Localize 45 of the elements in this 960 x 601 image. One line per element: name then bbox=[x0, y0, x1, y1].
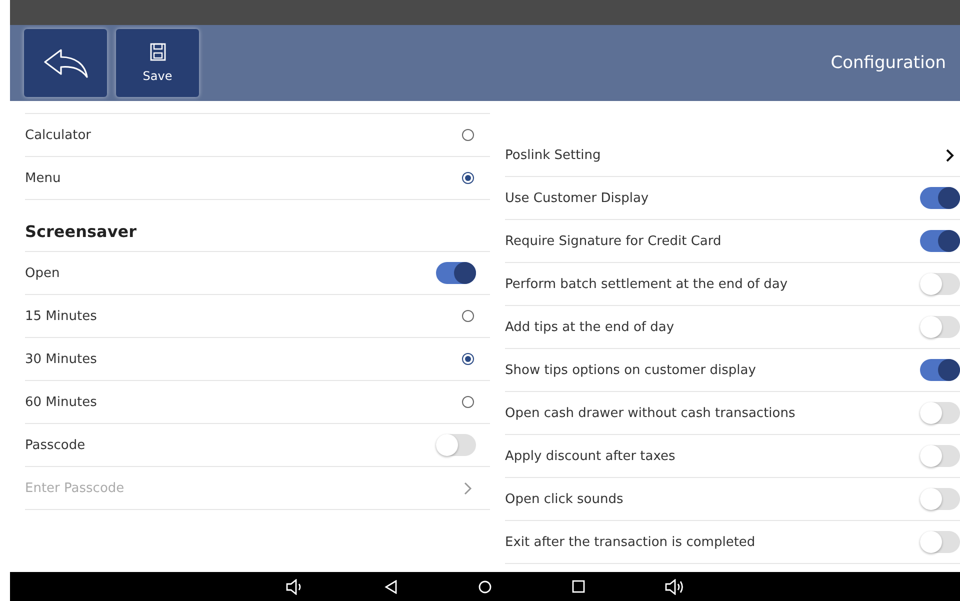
setting-label: Exit after the transaction is completed bbox=[505, 534, 756, 550]
back-arrow-icon bbox=[42, 48, 88, 78]
back-icon[interactable] bbox=[384, 580, 398, 594]
radio-button[interactable] bbox=[462, 353, 474, 365]
page-title: Configuration bbox=[830, 53, 946, 73]
setting-label: Menu bbox=[25, 170, 61, 186]
setting-label: Open cash drawer without cash transactions bbox=[505, 406, 796, 420]
volume-up-icon[interactable] bbox=[664, 578, 684, 594]
toggle-switch[interactable] bbox=[920, 230, 960, 252]
setting-label: Open bbox=[25, 266, 60, 280]
section-heading: Screensaver bbox=[25, 200, 490, 252]
radio-button[interactable] bbox=[462, 172, 474, 184]
volume-down-icon[interactable] bbox=[286, 578, 304, 594]
setting-label: 60 Minutes bbox=[25, 394, 97, 410]
setting-label: Open click sounds bbox=[505, 492, 624, 506]
setting-label: Passcode bbox=[25, 438, 86, 452]
setting-label: Calculator bbox=[25, 128, 92, 142]
radio-button[interactable] bbox=[462, 310, 474, 322]
radio-button[interactable] bbox=[462, 129, 474, 141]
toggle-switch[interactable] bbox=[920, 316, 960, 338]
toggle-switch[interactable] bbox=[920, 488, 960, 510]
toggle-switch[interactable] bbox=[436, 434, 476, 456]
radio-button[interactable] bbox=[462, 396, 474, 408]
home-icon[interactable] bbox=[478, 580, 492, 594]
toggle-switch[interactable] bbox=[920, 531, 960, 553]
setting-label: Perform batch settlement at the end of day bbox=[505, 276, 788, 292]
setting-label: Show tips options on customer display bbox=[505, 362, 756, 378]
setting-label: Enter Passcode bbox=[25, 480, 124, 496]
toggle-switch[interactable] bbox=[436, 262, 476, 284]
setting-label: Apply discount after taxes bbox=[505, 448, 676, 464]
setting-label: 15 Minutes bbox=[25, 308, 97, 324]
toggle-switch[interactable] bbox=[920, 273, 960, 295]
chevron-right-icon[interactable] bbox=[946, 148, 954, 162]
setting-label: Use Customer Display bbox=[505, 190, 649, 206]
setting-label: Poslink Setting bbox=[505, 148, 601, 162]
toggle-switch[interactable] bbox=[920, 359, 960, 381]
recents-icon[interactable] bbox=[572, 580, 584, 593]
setting-label: Add tips at the end of day bbox=[505, 320, 674, 334]
toggle-switch[interactable] bbox=[920, 445, 960, 467]
setting-label: 30 Minutes bbox=[25, 352, 97, 366]
setting-label: Require Signature for Credit Card bbox=[505, 234, 722, 248]
back-button[interactable] bbox=[24, 29, 107, 97]
toggle-switch[interactable] bbox=[920, 187, 960, 209]
save-button[interactable]: Save bbox=[116, 29, 199, 97]
toggle-switch[interactable] bbox=[920, 402, 960, 424]
